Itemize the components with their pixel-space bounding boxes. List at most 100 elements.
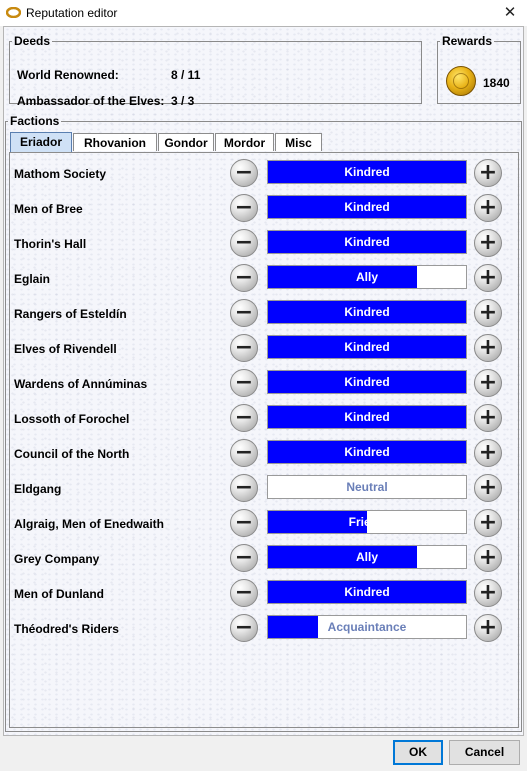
deed-value: 3 / 3 — [171, 94, 195, 108]
decrease-reputation-button[interactable]: − — [230, 544, 258, 572]
reputation-level: Ally — [355, 550, 378, 564]
increase-reputation-button[interactable]: + — [474, 579, 502, 607]
reputation-bar: Kindred — [267, 195, 467, 219]
decrease-reputation-button[interactable]: − — [230, 439, 258, 467]
faction-row: Théodred's Riders − Acquaintance + — [14, 614, 506, 644]
increase-reputation-button[interactable]: + — [474, 264, 502, 292]
decrease-reputation-button[interactable]: − — [230, 404, 258, 432]
decrease-reputation-button[interactable]: − — [230, 194, 258, 222]
faction-name: Mathom Society — [14, 167, 107, 181]
deed-label: Ambassador of the Elves: — [17, 94, 165, 108]
faction-row: Thorin's Hall − Kindred + — [14, 229, 506, 259]
decrease-reputation-button[interactable]: − — [230, 474, 258, 502]
minus-icon: − — [234, 440, 254, 465]
tab-misc[interactable]: Misc — [275, 133, 322, 151]
minus-icon: − — [234, 510, 254, 535]
tab-gondor[interactable]: Gondor — [158, 133, 214, 151]
faction-name: Eldgang — [14, 482, 62, 496]
reputation-level: Kindred — [344, 165, 390, 179]
decrease-reputation-button[interactable]: − — [230, 264, 258, 292]
title-bar: Reputation editor ✕ — [0, 0, 527, 26]
faction-row: Men of Bree − Kindred + — [14, 194, 506, 224]
minus-icon: − — [234, 545, 254, 570]
minus-icon: − — [234, 405, 254, 430]
increase-reputation-button[interactable]: + — [474, 614, 502, 642]
faction-row: Lossoth of Forochel − Kindred + — [14, 404, 506, 434]
decrease-reputation-button[interactable]: − — [230, 614, 258, 642]
reputation-bar: Kindred — [267, 300, 467, 324]
plus-icon: + — [478, 580, 498, 605]
cancel-button[interactable]: Cancel — [449, 740, 520, 765]
minus-icon: − — [234, 265, 254, 290]
tab-mordor[interactable]: Mordor — [215, 133, 274, 151]
plus-icon: + — [478, 195, 498, 220]
minus-icon: − — [234, 300, 254, 325]
reputation-level: Ally — [355, 270, 378, 284]
rewards-value: 1840 — [483, 76, 510, 90]
faction-name: Eglain — [14, 272, 51, 286]
deeds-group: Deeds World Renowned: 8 / 11 Ambassador … — [9, 34, 422, 108]
increase-reputation-button[interactable]: + — [474, 229, 502, 257]
plus-icon: + — [478, 545, 498, 570]
decrease-reputation-button[interactable]: − — [230, 369, 258, 397]
faction-row: Algraig, Men of Enedwaith − Friend + — [14, 509, 506, 539]
faction-row: Eglain − Ally + — [14, 264, 506, 294]
decrease-reputation-button[interactable]: − — [230, 509, 258, 537]
increase-reputation-button[interactable]: + — [474, 334, 502, 362]
plus-icon: + — [478, 370, 498, 395]
tab-rhovanion[interactable]: Rhovanion — [73, 133, 157, 151]
faction-name: Men of Bree — [14, 202, 83, 216]
reputation-bar: Acquaintance — [267, 615, 467, 639]
increase-reputation-button[interactable]: + — [474, 194, 502, 222]
increase-reputation-button[interactable]: + — [474, 299, 502, 327]
reputation-level: Kindred — [344, 445, 390, 459]
increase-reputation-button[interactable]: + — [474, 544, 502, 572]
increase-reputation-button[interactable]: + — [474, 474, 502, 502]
reputation-bar: Kindred — [267, 405, 467, 429]
reputation-bar: Ally — [267, 545, 467, 569]
plus-icon: + — [478, 475, 498, 500]
minus-icon: − — [234, 615, 254, 640]
faction-row: Mathom Society − Kindred + — [14, 159, 506, 189]
plus-icon: + — [478, 510, 498, 535]
increase-reputation-button[interactable]: + — [474, 439, 502, 467]
decrease-reputation-button[interactable]: − — [230, 229, 258, 257]
decrease-reputation-button[interactable]: − — [230, 299, 258, 327]
reputation-level: Acquaintance — [327, 620, 407, 634]
plus-icon: + — [478, 230, 498, 255]
reputation-bar: Friend — [267, 510, 467, 534]
increase-reputation-button[interactable]: + — [474, 369, 502, 397]
increase-reputation-button[interactable]: + — [474, 509, 502, 537]
faction-name: Elves of Rivendell — [14, 342, 117, 356]
reputation-bar: Kindred — [267, 440, 467, 464]
factions-legend: Factions — [10, 114, 60, 128]
tab-eriador[interactable]: Eriador — [10, 132, 72, 152]
faction-row: Elves of Rivendell − Kindred + — [14, 334, 506, 364]
deeds-legend: Deeds — [14, 34, 51, 48]
faction-name: Council of the North — [14, 447, 130, 461]
increase-reputation-button[interactable]: + — [474, 404, 502, 432]
faction-row: Council of the North − Kindred + — [14, 439, 506, 469]
reputation-bar: Kindred — [267, 230, 467, 254]
faction-row: Rangers of Esteldín − Kindred + — [14, 299, 506, 329]
decrease-reputation-button[interactable]: − — [230, 159, 258, 187]
deed-value: 8 / 11 — [171, 68, 201, 82]
reputation-level: Kindred — [344, 585, 390, 599]
decrease-reputation-button[interactable]: − — [230, 579, 258, 607]
plus-icon: + — [478, 615, 498, 640]
minus-icon: − — [234, 370, 254, 395]
faction-name: Thorin's Hall — [14, 237, 87, 251]
ok-button[interactable]: OK — [393, 740, 443, 765]
increase-reputation-button[interactable]: + — [474, 159, 502, 187]
plus-icon: + — [478, 440, 498, 465]
plus-icon: + — [478, 160, 498, 185]
ring-icon — [6, 7, 21, 18]
reputation-level: Kindred — [344, 375, 390, 389]
plus-icon: + — [478, 300, 498, 325]
decrease-reputation-button[interactable]: − — [230, 334, 258, 362]
window-title: Reputation editor — [26, 6, 118, 20]
rewards-legend: Rewards — [442, 34, 493, 48]
faction-name: Lossoth of Forochel — [14, 412, 130, 426]
deed-label: World Renowned: — [17, 68, 119, 82]
close-button[interactable]: ✕ — [496, 3, 524, 23]
